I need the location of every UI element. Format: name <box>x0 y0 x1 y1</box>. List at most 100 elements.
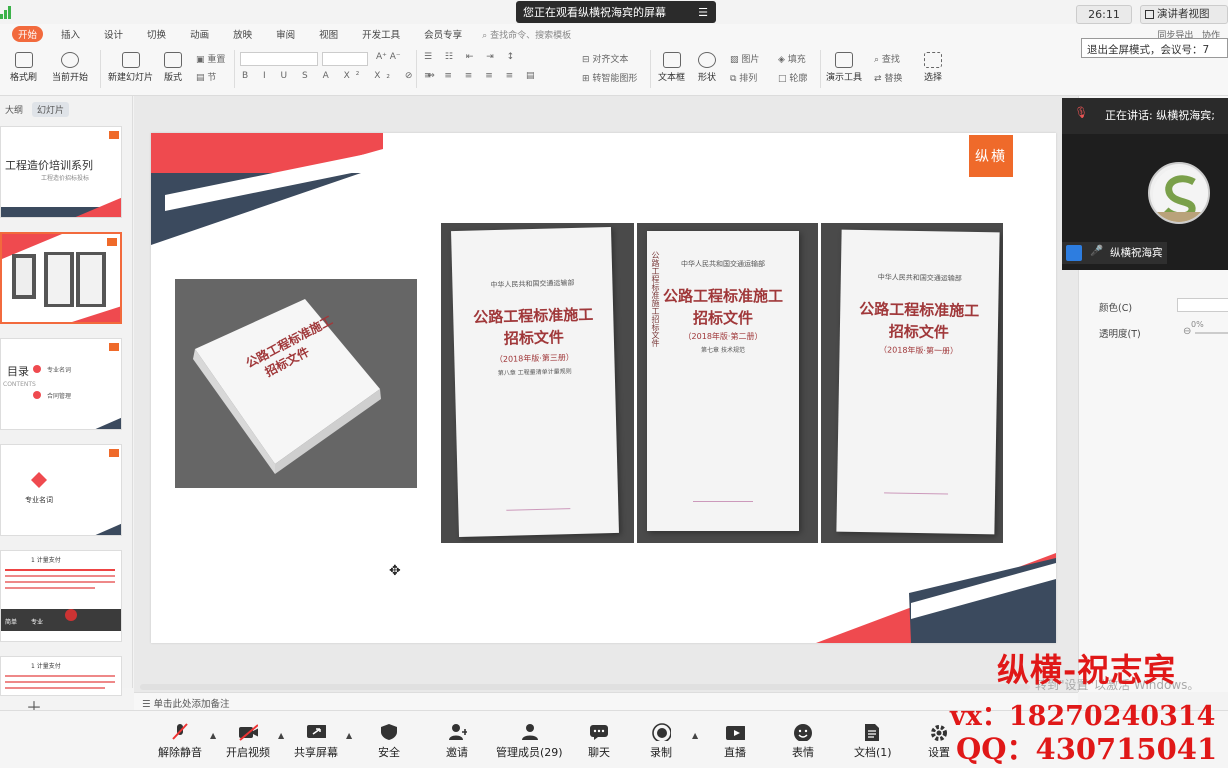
horizontal-scrollbar[interactable] <box>140 684 1030 690</box>
present-tools-button[interactable]: 演示工具 <box>826 52 862 83</box>
command-search-text: 查找命令、搜索模板 <box>490 30 572 41</box>
live-button[interactable]: 直播 <box>724 723 746 760</box>
record-caret-icon[interactable]: ▲ <box>692 731 698 740</box>
slide-thumb-1[interactable]: 工程造价培训系列 工程造价招标投标 <box>0 126 122 218</box>
color-picker[interactable] <box>1177 298 1228 312</box>
presenter-view-icon <box>1145 10 1154 19</box>
command-search[interactable]: ⌕ 查找命令、搜索模板 <box>482 28 571 41</box>
unmute-caret-icon[interactable]: ▲ <box>210 731 216 740</box>
book-photo-3[interactable]: 公路工程标准施工招标文件 中华人民共和国交通运输部 公路工程标准施工 招标文件 … <box>637 223 818 543</box>
tab-animation[interactable]: 动画 <box>184 26 215 42</box>
tab-insert[interactable]: 插入 <box>55 26 86 42</box>
tab-review[interactable]: 审阅 <box>270 26 301 42</box>
layout-button[interactable]: 版式 <box>164 52 182 83</box>
thumb-1-subtitle: 工程造价招标投标 <box>41 175 90 182</box>
section-button[interactable]: ▤ 节 <box>196 70 216 83</box>
align-text-button[interactable]: ⊟ 对齐文本 <box>582 52 628 65</box>
muted-mic-icon: 🎙 <box>1074 106 1088 119</box>
tab-slides[interactable]: 幻灯片 <box>32 102 70 117</box>
tab-outline[interactable]: 大纲 <box>0 102 28 117</box>
tab-slideshow[interactable]: 放映 <box>227 26 258 42</box>
replace-button[interactable]: ⇄ 替换 <box>874 71 902 84</box>
presenter-view-button[interactable]: 演讲者视图 <box>1140 5 1228 24</box>
transparency-slider[interactable] <box>1195 332 1228 334</box>
select-button[interactable]: 选择 <box>924 52 942 83</box>
slide-thumb-6[interactable]: 1 计量支付 <box>0 656 122 696</box>
security-button[interactable]: 安全 <box>378 723 400 760</box>
play-from-current-button[interactable]: 当前开始 <box>52 52 88 83</box>
thumb-3-subtitle: CONTENTS <box>3 381 36 388</box>
arrange-label: 排列 <box>739 74 758 84</box>
new-slide-button[interactable]: 新建幻灯片 <box>108 52 153 83</box>
font-size-select[interactable] <box>322 52 368 66</box>
book-3-title1: 公路工程标准施工 <box>473 305 594 327</box>
record-icon <box>652 723 671 741</box>
document-icon <box>864 724 879 741</box>
book-2-publisher-line <box>692 501 754 502</box>
play-from-current-label: 当前开始 <box>52 73 89 83</box>
documents-button[interactable]: 文档(1) <box>854 723 892 760</box>
shape-button[interactable]: 形状 <box>698 52 716 83</box>
book-photo-2[interactable]: 中华人民共和国交通运输部 公路工程标准施工 招标文件 （2018年版·第三册） … <box>441 223 634 543</box>
tab-view[interactable]: 视图 <box>313 26 344 42</box>
share-screen-button[interactable]: 共享屏幕 <box>294 723 338 760</box>
invite-button[interactable]: 邀请 <box>446 723 468 760</box>
slide-thumb-5[interactable]: 1 计量支付 简单 专业 <box>0 550 122 642</box>
security-label: 安全 <box>378 746 400 759</box>
reset-button[interactable]: ▣ 重置 <box>196 52 225 65</box>
mic-icon: 🎤 <box>1090 245 1104 257</box>
tab-design[interactable]: 设计 <box>98 26 129 42</box>
arrange-button[interactable]: ⧉ 排列 <box>730 71 757 84</box>
settings-button[interactable]: 设置 <box>928 723 950 760</box>
outline-button[interactable]: □ 轮廓 <box>778 71 807 84</box>
ribbon-tabs: 开始 插入 设计 切换 动画 放映 审阅 视图 开发工具 会员专享 ⌕ 查找命令… <box>0 24 1228 44</box>
slide-thumb-2[interactable] <box>0 232 122 324</box>
fill-button[interactable]: ◈ 填充 <box>778 52 806 65</box>
find-button[interactable]: ⌕ 查找 <box>874 52 900 65</box>
watching-screen-banner[interactable]: 您正在观看纵横祝海宾的屏幕 ☰ <box>516 1 716 23</box>
color-label: 颜色(C) <box>1099 303 1133 314</box>
font-family-select[interactable] <box>240 52 318 66</box>
reaction-button[interactable]: 表情 <box>792 723 814 760</box>
smart-shape-button[interactable]: ⊞ 转智能图形 <box>582 71 637 84</box>
tab-home[interactable]: 开始 <box>12 26 44 42</box>
picture-button[interactable]: ▨ 图片 <box>730 52 759 65</box>
tab-developer[interactable]: 开发工具 <box>356 26 406 42</box>
book-photo-4[interactable]: 中华人民共和国交通运输部 公路工程标准施工 招标文件 （2018年版·第一册） <box>821 223 1003 543</box>
unmute-button[interactable]: 解除静音 <box>158 723 202 760</box>
find-label: 查找 <box>881 55 900 65</box>
record-button[interactable]: 录制 <box>650 723 672 760</box>
book-3-publisher: 中华人民共和国交通运输部 <box>490 278 575 290</box>
textbox-label: 文本框 <box>658 73 686 83</box>
picture-label: 图片 <box>741 55 760 65</box>
font-style-buttons[interactable]: B I U S A X² X₂ ⊘ ⇔ <box>242 71 441 81</box>
slide-thumb-4[interactable]: 专业名词 <box>0 444 122 536</box>
avatar-logo <box>1150 167 1208 222</box>
share-screen-icon <box>307 725 326 738</box>
notes-placeholder: 单击此处添加备注 <box>153 699 230 710</box>
book-1-title1: 公路工程标准施工 <box>859 299 980 321</box>
start-video-button[interactable]: 开启视频 <box>226 723 270 760</box>
share-caret-icon[interactable]: ▲ <box>346 731 352 740</box>
align-buttons[interactable]: ≡ ≡ ≡ ≡ ≡ ▤ <box>424 71 540 81</box>
tab-transition[interactable]: 切换 <box>141 26 172 42</box>
textbox-button[interactable]: 文本框 <box>658 52 685 83</box>
slide-thumb-3[interactable]: 目录 CONTENTS 专业名词 合同管理 <box>0 338 122 430</box>
menu-icon[interactable]: ☰ <box>698 6 708 19</box>
divider <box>100 50 101 88</box>
font-grow-icon[interactable]: A⁺ A⁻ <box>376 52 401 62</box>
book-photo-1[interactable]: 公路工程标准施工 招标文件 <box>175 279 417 488</box>
manage-members-button[interactable]: 管理成员(29) <box>496 723 563 760</box>
notes-pane[interactable]: ☰ 单击此处添加备注 <box>134 692 1078 710</box>
chat-button[interactable]: 聊天 <box>588 723 610 760</box>
video-caret-icon[interactable]: ▲ <box>278 731 284 740</box>
book-2-title1: 公路工程标准施工 <box>662 287 783 305</box>
format-painter-button[interactable]: 格式刷 <box>10 52 37 83</box>
book-2-title2: 招标文件 <box>692 309 753 327</box>
list-buttons[interactable]: ☰ ☷ ⇤ ⇥ ↕ <box>424 52 519 62</box>
screen: 开始 插入 设计 切换 动画 放映 审阅 视图 开发工具 会员专享 ⌕ 查找命令… <box>0 0 1228 768</box>
unmute-label: 解除静音 <box>158 746 202 759</box>
book-2-edition: （2018年版·第二册） <box>683 332 763 341</box>
slide-main: 纵横 公路工程标准施工 招标文件 中华人民共和国交通运输部 公路工程标准施工 招… <box>151 133 1056 643</box>
tab-member[interactable]: 会员专享 <box>418 26 468 42</box>
